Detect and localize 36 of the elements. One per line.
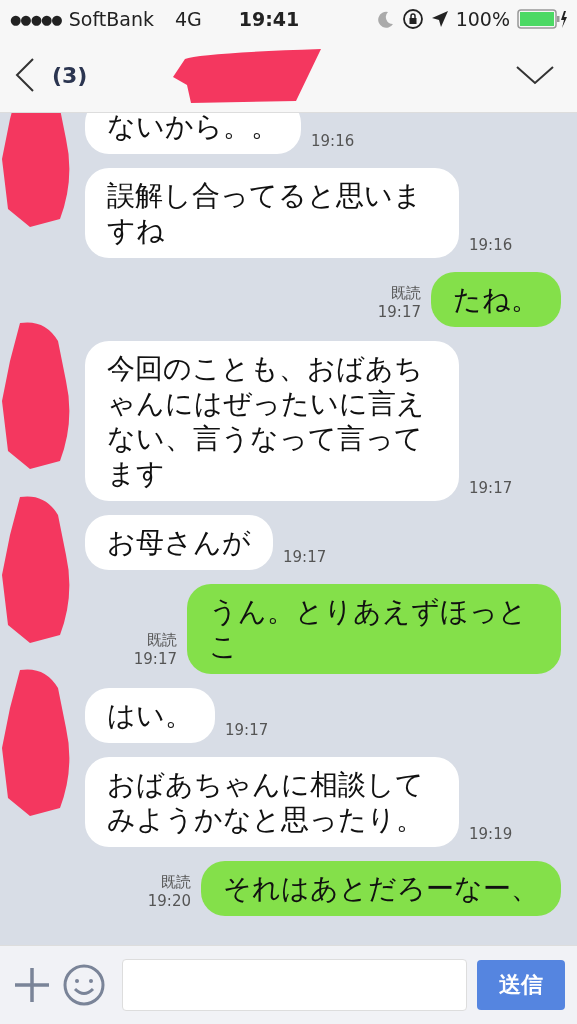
unread-count: (3) <box>52 62 88 88</box>
message-time: 19:16 <box>469 236 513 256</box>
message-time: 19:16 <box>311 132 355 152</box>
message-time: 19:19 <box>469 825 513 845</box>
battery-percent: 100% <box>455 8 510 30</box>
clock-time: 19:41 <box>238 8 300 30</box>
message-time: 19:17 <box>469 479 513 499</box>
message-bubble: うん。とりあえずほっとこ <box>187 584 561 674</box>
message-bubble: 今回のことも、おばあちゃんにはぜったいに言えない、言うなって言ってます <box>85 341 459 501</box>
network-type: 4G <box>174 8 202 30</box>
read-receipt: 既読 <box>161 873 191 892</box>
read-receipt: 既読 <box>391 284 421 303</box>
message-time: 19:17 <box>225 721 269 741</box>
rotation-lock-icon <box>401 8 424 30</box>
send-button[interactable]: 送信 <box>477 960 565 1010</box>
plus-icon[interactable] <box>12 965 52 1005</box>
message-time: 19:17 <box>377 303 421 321</box>
message-bubble: はい。 <box>85 688 215 743</box>
back-icon[interactable] <box>14 57 36 93</box>
message-bubble: おばあちゃんに相談してみようかなと思ったり。 <box>85 757 459 847</box>
message-bubble: たね。 <box>431 272 561 327</box>
message-time: 19:20 <box>147 892 191 910</box>
message-bubble: お母さんが <box>85 515 273 570</box>
read-receipt: 既読 <box>147 631 177 650</box>
message-bubble: それはあとだろーなー、 <box>201 861 561 916</box>
battery-icon <box>517 8 567 30</box>
message-time: 19:17 <box>133 650 177 668</box>
message-bubble: 誤解し合ってると思いますね <box>85 168 459 258</box>
location-arrow-icon <box>430 10 449 28</box>
message-time: 19:17 <box>283 548 327 568</box>
chevron-down-icon[interactable] <box>515 64 555 86</box>
message-bubble: ないから。。 <box>85 113 301 154</box>
message-input[interactable] <box>122 959 467 1011</box>
smiley-icon[interactable] <box>62 963 106 1007</box>
signal-dots: ●●●●● <box>10 11 62 27</box>
carrier-name: SoftBank <box>68 8 154 30</box>
